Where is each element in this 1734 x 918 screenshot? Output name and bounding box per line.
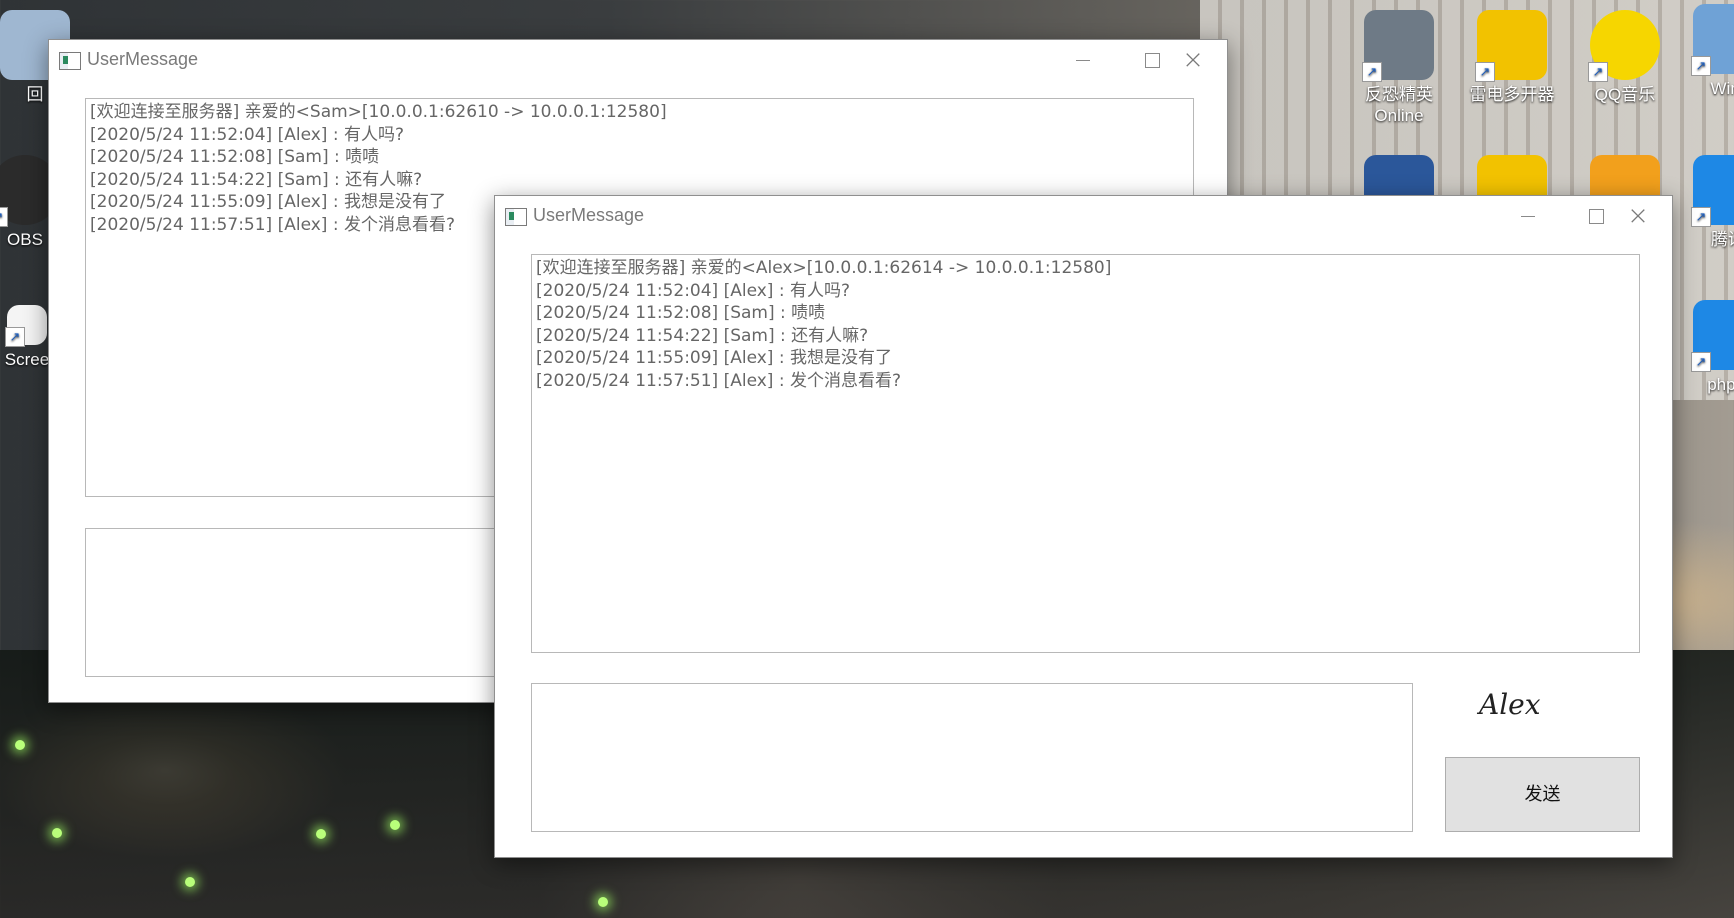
chat-message: [2020/5/24 11:54:22] [Sam] : 还有人嘛? [536,325,869,346]
user-message-window-alex[interactable]: UserMessage × [欢迎连接至服务器] 亲爱的<Alex>[10.0.… [494,195,1673,858]
title-bar[interactable]: UserMessage × [495,196,1672,236]
desktop-icon-wire[interactable]: ↗ Wire [1683,4,1734,99]
minimize-button[interactable] [1498,196,1558,236]
phpstorm-icon: ↗ [1691,300,1734,372]
chat-message: [2020/5/24 11:54:22] [Sam] : 还有人嘛? [90,169,423,190]
close-button[interactable]: × [1163,40,1223,80]
desktop-icon-label: 雷电多开器 [1469,85,1555,104]
wallpaper-glow [598,897,608,907]
wire-icon: ↗ [1691,4,1734,76]
chat-log[interactable]: [欢迎连接至服务器] 亲爱的<Alex>[10.0.0.1:62614 -> 1… [531,254,1640,653]
wallpaper-glow [185,877,195,887]
desktop-icon-label: 反恐精英 Online [1365,85,1433,125]
title-bar[interactable]: UserMessage × [49,40,1227,80]
chat-message: [2020/5/24 11:52:04] [Alex] : 有人吗? [536,280,850,301]
window-title: UserMessage [533,205,645,225]
wallpaper-glow [390,820,400,830]
app-icon [505,208,527,226]
desktop-icon-leidian[interactable]: ↗ 雷电多开器 [1467,10,1557,105]
app-icon [59,52,81,70]
desktop-icon-label: phpst [1707,375,1734,394]
screen-app-icon: ↗ [5,305,47,347]
username-label: Alex [1479,688,1541,721]
desktop-icon-label: QQ音乐 [1594,85,1656,104]
send-button[interactable]: 发送 [1445,757,1640,832]
leidian-icon: ↗ [1475,10,1547,82]
wallpaper-glow [15,740,25,750]
wallpaper-glow [316,829,326,839]
chat-message: [欢迎连接至服务器] 亲爱的<Alex>[10.0.0.1:62614 -> 1… [536,258,1112,278]
desktop-icon-csgo[interactable]: ↗ 反恐精英 Online [1354,10,1444,126]
chat-message: [2020/5/24 11:55:09] [Alex] : 我想是没有了 [536,348,892,368]
wallpaper-glow [52,828,62,838]
desktop-icon-tencent[interactable]: ↗ 腾讯 [1683,155,1734,250]
csgo-icon: ↗ [1362,10,1434,82]
chat-message: [2020/5/24 11:52:04] [Alex] : 有人吗? [90,124,404,145]
message-input[interactable] [531,683,1413,832]
window-title: UserMessage [87,49,199,69]
desktop-icon-label: 腾讯 [1711,230,1734,249]
chat-message: [欢迎连接至服务器] 亲爱的<Sam>[10.0.0.1:62610 -> 10… [90,102,667,122]
qqmusic-icon: ↗ [1588,10,1660,82]
chat-message: [2020/5/24 11:52:08] [Sam] : 啧啧 [536,303,826,323]
chat-message: [2020/5/24 11:52:08] [Sam] : 啧啧 [90,147,380,167]
tencent-icon: ↗ [1691,155,1734,227]
desktop-icon-label: Wire [1710,79,1734,98]
close-button[interactable]: × [1608,196,1668,236]
minimize-button[interactable] [1053,40,1113,80]
desktop-icon-qqmusic[interactable]: ↗ QQ音乐 [1580,10,1670,105]
chat-message: [2020/5/24 11:57:51] [Alex] : 发个消息看看? [536,370,901,391]
desktop-icon-phpstorm[interactable]: ↗ phpst [1683,300,1734,395]
